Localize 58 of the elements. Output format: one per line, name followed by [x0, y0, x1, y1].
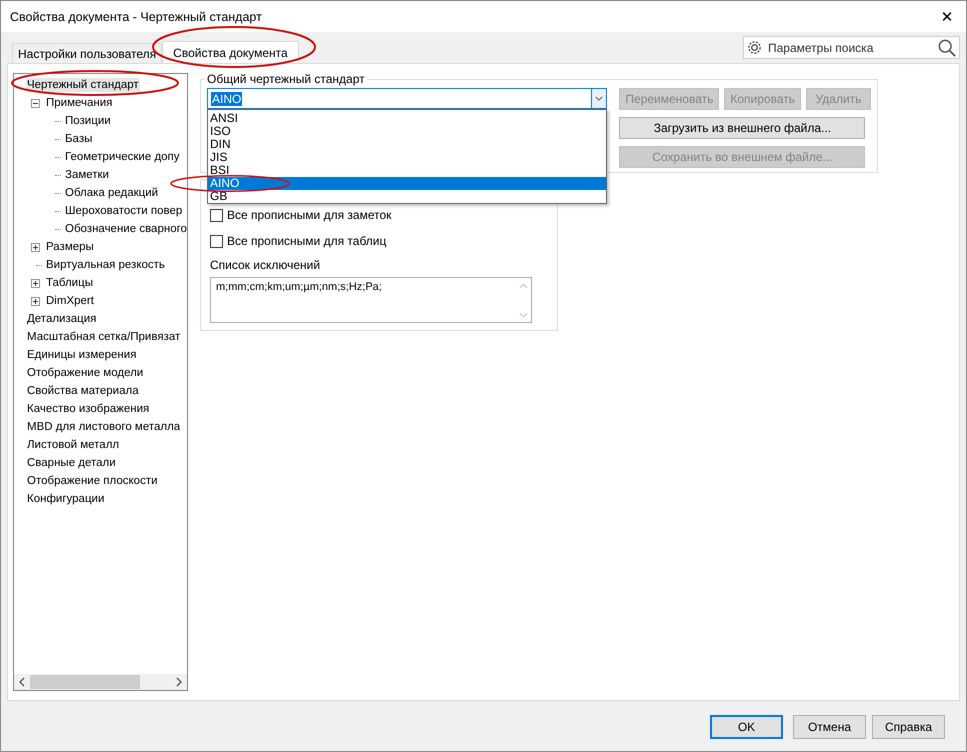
chevron-down-icon [591, 89, 606, 108]
checkbox-label: Все прописными для таблиц [227, 234, 386, 248]
tree-item[interactable]: Виртуальная резкость [45, 258, 166, 272]
expander-icon[interactable] [31, 278, 40, 288]
tree-item[interactable]: Свойства материала [26, 384, 140, 398]
exceptions-label: Список исключений [210, 258, 322, 272]
expander-icon[interactable] [31, 296, 40, 306]
tree-item[interactable]: Масштабная сетка/Привязат [26, 330, 182, 344]
dropdown-option[interactable]: AINO [208, 177, 606, 190]
tree-item[interactable]: Таблицы [45, 276, 94, 290]
dropdown-option[interactable]: JIS [208, 151, 606, 164]
tree-item[interactable]: Сварные детали [26, 456, 117, 470]
scroll-right-icon[interactable] [176, 677, 182, 687]
tree-item[interactable]: Листовой металл [26, 438, 120, 452]
tree-item[interactable]: Единицы измерения [26, 348, 138, 362]
window-title: Свойства документа - Чертежный стандарт [10, 10, 262, 24]
search-field[interactable]: Параметры поиска [766, 40, 934, 56]
tree-item[interactable]: Отображение модели [26, 366, 144, 380]
tree-item[interactable]: Детализация [26, 312, 98, 326]
checkbox[interactable] [210, 208, 223, 222]
tab[interactable]: Свойства документа [162, 41, 299, 63]
expander-icon[interactable] [31, 98, 40, 108]
tree-item[interactable]: Позиции [64, 114, 112, 128]
tree-item[interactable]: Примечания [45, 96, 114, 110]
tree-item[interactable]: Облака редакций [64, 186, 160, 200]
scroll-left-icon[interactable] [19, 677, 25, 687]
tree-item[interactable]: Геометрические допу [64, 150, 181, 164]
close-button[interactable]: ✕ [928, 2, 966, 32]
dropdown-option[interactable]: ANSI [208, 112, 606, 125]
dialog-button[interactable]: Отмена [793, 715, 866, 739]
dropdown-option[interactable]: ISO [208, 125, 606, 138]
expander-icon[interactable] [31, 242, 40, 252]
search-box[interactable]: Параметры поиска [743, 36, 960, 59]
dialog-button[interactable]: Справка [872, 715, 945, 739]
checkbox-label: Все прописными для заметок [227, 208, 392, 222]
dropdown-option[interactable]: DIN [208, 138, 606, 151]
group-label: Общий чертежный стандарт [205, 72, 367, 86]
load-file-button[interactable]: Загрузить из внешнего файла... [619, 117, 866, 139]
tree-item[interactable]: Базы [64, 132, 94, 146]
tree-item[interactable]: Чертежный стандарт [26, 78, 140, 92]
checkbox[interactable] [210, 234, 223, 248]
tab[interactable]: Настройки пользователя [12, 43, 162, 63]
standard-dropdown[interactable]: AINO [207, 88, 608, 109]
horizontal-scrollbar[interactable] [14, 674, 187, 690]
tree-item[interactable]: DimXpert [45, 294, 95, 308]
settings-icon [747, 40, 762, 55]
tree-item[interactable]: Обозначение сварного [64, 222, 187, 236]
tree-item[interactable]: Размеры [45, 240, 95, 254]
dropdown-option[interactable]: BSI [208, 164, 606, 177]
tree-item[interactable]: Шероховатости повер [64, 204, 184, 218]
tree-item[interactable]: MBD для листового металла [26, 420, 182, 434]
tree-item[interactable]: Качество изображения [26, 402, 150, 416]
dropdown-option[interactable]: GB [208, 190, 606, 203]
tree-item[interactable]: Отображение плоскости [26, 474, 159, 488]
search-icon[interactable] [938, 38, 956, 56]
dialog-button[interactable]: OK [710, 715, 783, 739]
tree-item[interactable]: Конфигурации [26, 492, 106, 506]
tree-item[interactable]: Заметки [64, 168, 110, 182]
